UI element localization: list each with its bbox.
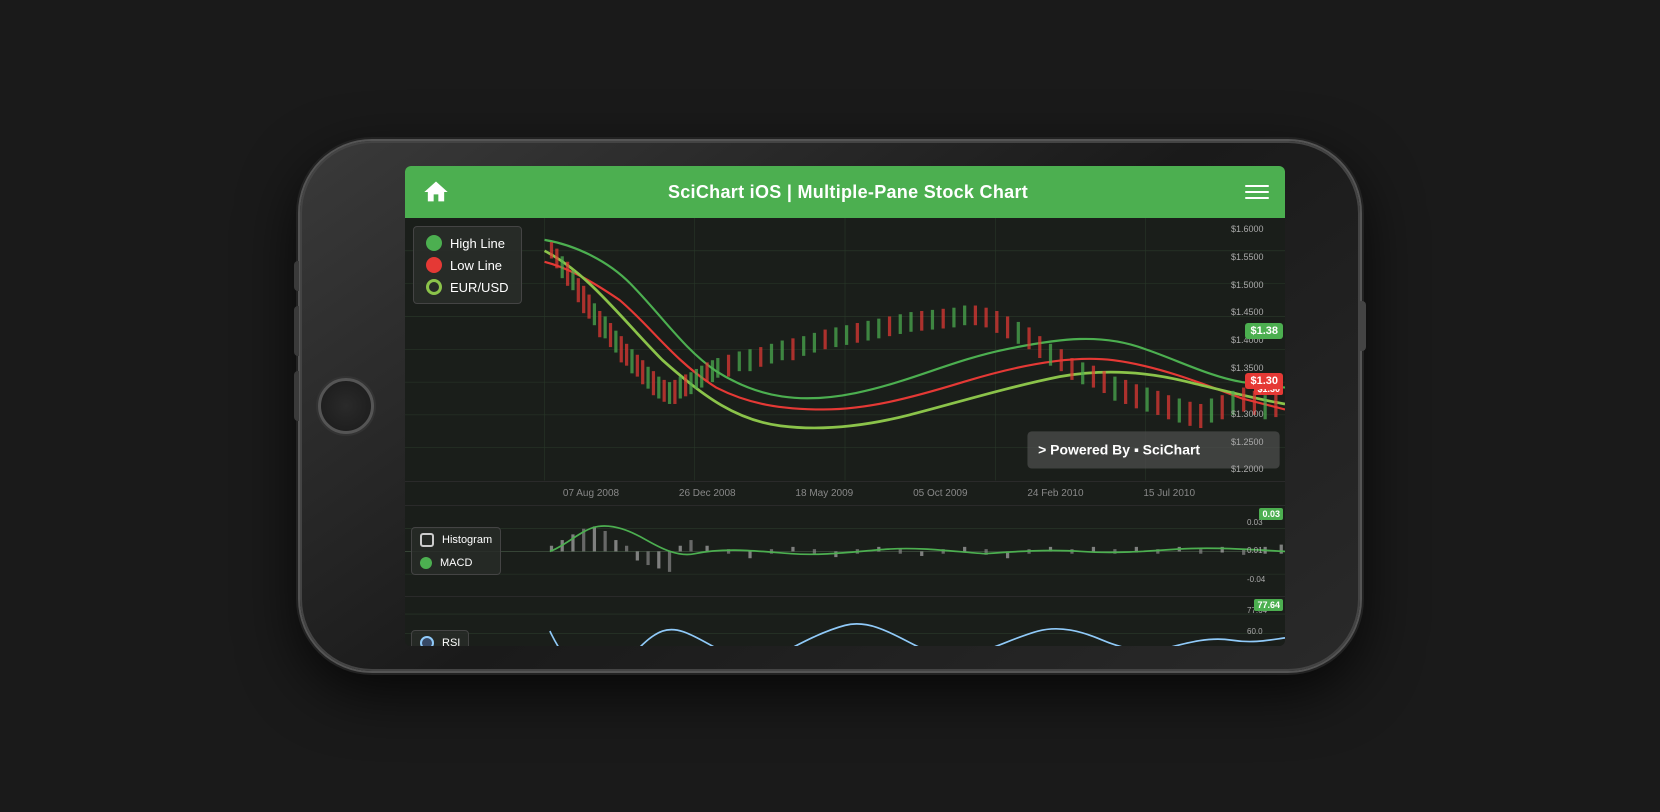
- charts-container: High Line Low Line EUR/USD: [405, 218, 1285, 646]
- rsi-current-tag: 77.64: [1254, 599, 1283, 611]
- price-1600: $1.6000: [1231, 224, 1281, 234]
- menu-line-1: [1245, 185, 1269, 187]
- time-label-4: 24 Feb 2010: [1027, 488, 1083, 499]
- rsi-60: 60.0: [1247, 627, 1283, 636]
- rsi-line: [550, 624, 1285, 646]
- macd-current-tag: 0.03: [1259, 508, 1283, 520]
- current-high-tag: $1.38: [1245, 323, 1283, 339]
- rsi-label: RSI: [442, 637, 460, 646]
- main-chart-svg: > Powered By ▪ SciChart: [405, 218, 1285, 481]
- price-1550: $1.5500: [1231, 252, 1281, 262]
- silent-switch[interactable]: [294, 371, 299, 421]
- price-1500: $1.5000: [1231, 280, 1281, 290]
- phone-shell: SciChart iOS | Multiple-Pane Stock Chart…: [300, 141, 1360, 671]
- time-label-2: 18 May 2009: [795, 488, 853, 499]
- eur-usd-dot: [426, 279, 442, 295]
- time-labels: 07 Aug 2008 26 Dec 2008 18 May 2009 05 O…: [413, 488, 1285, 499]
- time-label-5: 15 Jul 2010: [1143, 488, 1195, 499]
- price-1450: $1.4500: [1231, 307, 1281, 317]
- macd-dot: [420, 557, 432, 569]
- menu-icon[interactable]: [1245, 185, 1269, 199]
- legend-rsi: RSI: [420, 636, 460, 646]
- main-chart-svg-area[interactable]: > Powered By ▪ SciChart $1.6000 $1.5500 …: [405, 218, 1285, 481]
- low-line-label: Low Line: [450, 258, 502, 273]
- main-chart-legend: High Line Low Line EUR/USD: [413, 226, 522, 304]
- rsi-legend: RSI: [411, 630, 469, 646]
- main-price-chart[interactable]: High Line Low Line EUR/USD: [405, 218, 1285, 482]
- phone-screen: SciChart iOS | Multiple-Pane Stock Chart…: [405, 166, 1285, 646]
- macd-line: [550, 526, 1285, 554]
- eur-usd-line-path: [545, 251, 1285, 428]
- macd-label: MACD: [440, 557, 472, 569]
- legend-high-line: High Line: [426, 235, 509, 251]
- macd-svg: [405, 506, 1285, 597]
- high-line-dot: [426, 235, 442, 251]
- macd-val-bot: -0.04: [1247, 575, 1283, 584]
- current-low-tag2: $1.30: [1245, 373, 1283, 389]
- rsi-icon: [420, 636, 434, 646]
- rsi-chart[interactable]: RSI 77.64 60: [405, 597, 1285, 646]
- macd-chart[interactable]: Histogram MACD: [405, 506, 1285, 598]
- histogram-label: Histogram: [442, 534, 492, 546]
- time-label-3: 05 Oct 2009: [913, 488, 967, 499]
- app-header: SciChart iOS | Multiple-Pane Stock Chart: [405, 166, 1285, 218]
- time-label-1: 26 Dec 2008: [679, 488, 736, 499]
- price-1250: $1.2500: [1231, 437, 1281, 447]
- time-axis: 07 Aug 2008 26 Dec 2008 18 May 2009 05 O…: [405, 482, 1285, 506]
- watermark-text: > Powered By ▪ SciChart: [1038, 441, 1200, 457]
- eur-usd-label: EUR/USD: [450, 280, 509, 295]
- low-line-path: [545, 262, 1285, 410]
- price-labels: $1.6000 $1.5500 $1.5000 $1.4500 $1.4000 …: [1227, 218, 1285, 481]
- legend-histogram: Histogram: [420, 533, 492, 547]
- macd-svg-area: 0.03 0.01 -0.04 0.03: [405, 506, 1285, 597]
- macd-val-mid: 0.01: [1247, 546, 1283, 555]
- volume-up-button[interactable]: [294, 261, 299, 291]
- macd-legend: Histogram MACD: [411, 527, 501, 575]
- app-title: SciChart iOS | Multiple-Pane Stock Chart: [668, 182, 1028, 203]
- high-line-label: High Line: [450, 236, 505, 251]
- volume-down-button[interactable]: [294, 306, 299, 356]
- home-button[interactable]: [318, 378, 374, 434]
- home-icon[interactable]: [421, 178, 451, 206]
- price-1200: $1.2000: [1231, 464, 1281, 474]
- legend-low-line: Low Line: [426, 257, 509, 273]
- menu-line-3: [1245, 197, 1269, 199]
- legend-macd: MACD: [420, 557, 492, 569]
- rsi-svg: [405, 597, 1285, 646]
- price-1300: $1.3000: [1231, 409, 1281, 419]
- time-label-0: 07 Aug 2008: [563, 488, 619, 499]
- low-line-dot: [426, 257, 442, 273]
- price-1350: $1.3500: [1231, 363, 1281, 373]
- histogram-icon: [420, 533, 434, 547]
- legend-eur-usd: EUR/USD: [426, 279, 509, 295]
- rsi-svg-area: 77.64 60.0 40.0 20.0 77.64: [405, 597, 1285, 646]
- candlesticks: [550, 242, 1278, 428]
- menu-line-2: [1245, 191, 1269, 193]
